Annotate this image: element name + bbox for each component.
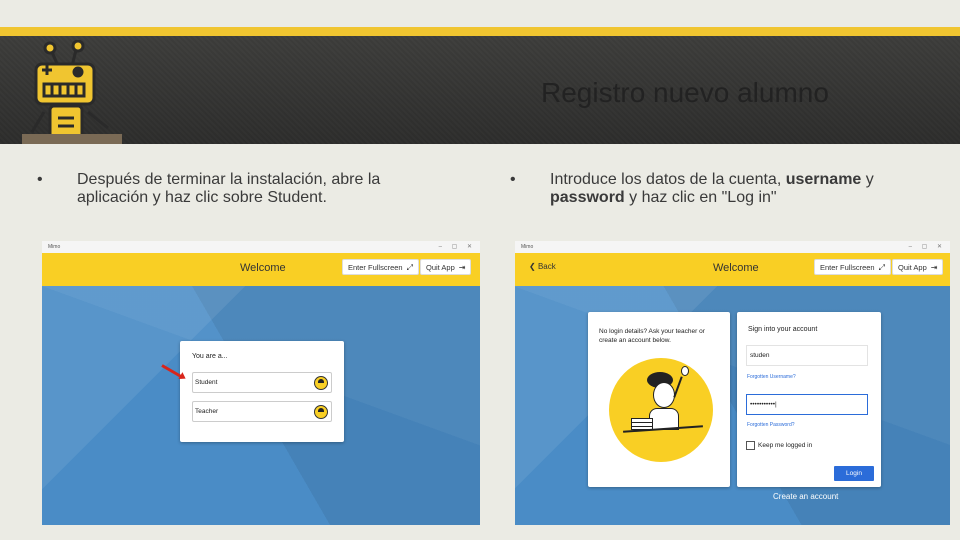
slide-title: Registro nuevo alumno	[541, 77, 829, 108]
student-illustration-icon	[609, 358, 713, 462]
bullet-dot: •	[37, 171, 43, 188]
role-prompt: You are a...	[192, 353, 228, 360]
text-post: y haz clic en "Log in"	[624, 189, 777, 206]
quit-button[interactable]: Quit App ⇥	[892, 259, 944, 275]
app-header: ❮ Back Welcome Enter Fullscreen ⤢ Quit Ap…	[515, 253, 950, 286]
window-controls-icon[interactable]: – ▢ ✕	[909, 243, 946, 250]
window-controls-icon[interactable]: – ▢ ✕	[439, 243, 476, 250]
fullscreen-label: Enter Fullscreen	[820, 263, 875, 272]
app-header: Welcome Enter Fullscreen ⤢ Quit App ⇥	[42, 253, 480, 286]
create-account-link[interactable]: Create an account	[773, 492, 838, 501]
role-select-card: You are a... Student Teacher	[180, 341, 344, 442]
username-bold: username	[785, 171, 862, 188]
left-bullet-text: Después de terminar la instalación, abre…	[77, 171, 381, 206]
teacher-avatar-icon	[314, 405, 328, 419]
fullscreen-button[interactable]: Enter Fullscreen ⤢	[342, 259, 420, 275]
robot-mascot-icon	[22, 40, 122, 144]
keep-logged-checkbox[interactable]	[746, 441, 755, 450]
forgotten-username-link[interactable]: Forgotten Username?	[747, 374, 796, 380]
bullet-dot: •	[510, 171, 516, 188]
fullscreen-button[interactable]: Enter Fullscreen ⤢	[814, 259, 892, 275]
no-login-text: No login details? Ask your teacher or cr…	[599, 328, 705, 344]
screenshot-role-select: Mimo – ▢ ✕ Welcome Enter Fullscreen ⤢ Qui…	[42, 241, 480, 525]
student-avatar-icon	[314, 376, 328, 390]
screenshot-login: Mimo – ▢ ✕ ❮ Back Welcome Enter Fullscre…	[515, 241, 950, 525]
expand-icon: ⤢	[406, 263, 414, 272]
expand-icon: ⤢	[878, 263, 886, 272]
window-titlebar: Mimo – ▢ ✕	[515, 241, 950, 253]
teacher-label: Teacher	[195, 408, 219, 415]
back-arrow-icon: ❮	[529, 262, 538, 271]
login-card: Sign into your account studen Forgotten …	[737, 312, 881, 487]
back-label: Back	[537, 262, 556, 271]
back-button[interactable]: ❮ Back	[529, 262, 556, 271]
welcome-title: Welcome	[240, 262, 286, 274]
window-title: Mimo	[521, 244, 534, 250]
student-label: Student	[195, 379, 218, 386]
text-mid: y	[861, 171, 874, 188]
fullscreen-label: Enter Fullscreen	[348, 263, 403, 272]
exit-icon: ⇥	[930, 263, 938, 272]
quit-label: Quit App	[426, 263, 455, 272]
password-input[interactable]: •••••••••••|	[746, 394, 868, 415]
password-bold: password	[550, 189, 625, 206]
window-titlebar: Mimo – ▢ ✕	[42, 241, 480, 253]
window-title: Mimo	[48, 244, 61, 250]
sign-in-heading: Sign into your account	[748, 326, 818, 333]
right-bullet-text: Introduce los datos de la cuenta, userna…	[550, 171, 880, 207]
welcome-title: Welcome	[713, 262, 759, 274]
teacher-option[interactable]: Teacher	[192, 401, 332, 422]
quit-button[interactable]: Quit App ⇥	[420, 259, 472, 275]
text-pre: Introduce los datos de la cuenta,	[550, 171, 786, 188]
exit-icon: ⇥	[458, 263, 466, 272]
top-accent-stripe	[0, 27, 960, 36]
login-button[interactable]: Login	[834, 466, 874, 481]
keep-logged-label: Keep me logged in	[758, 442, 813, 449]
quit-label: Quit App	[898, 263, 927, 272]
app-background	[515, 286, 950, 525]
username-input[interactable]: studen	[746, 345, 868, 366]
no-login-card: No login details? Ask your teacher or cr…	[588, 312, 730, 487]
forgotten-password-link[interactable]: Forgotten Password?	[747, 422, 795, 428]
student-option[interactable]: Student	[192, 372, 332, 393]
